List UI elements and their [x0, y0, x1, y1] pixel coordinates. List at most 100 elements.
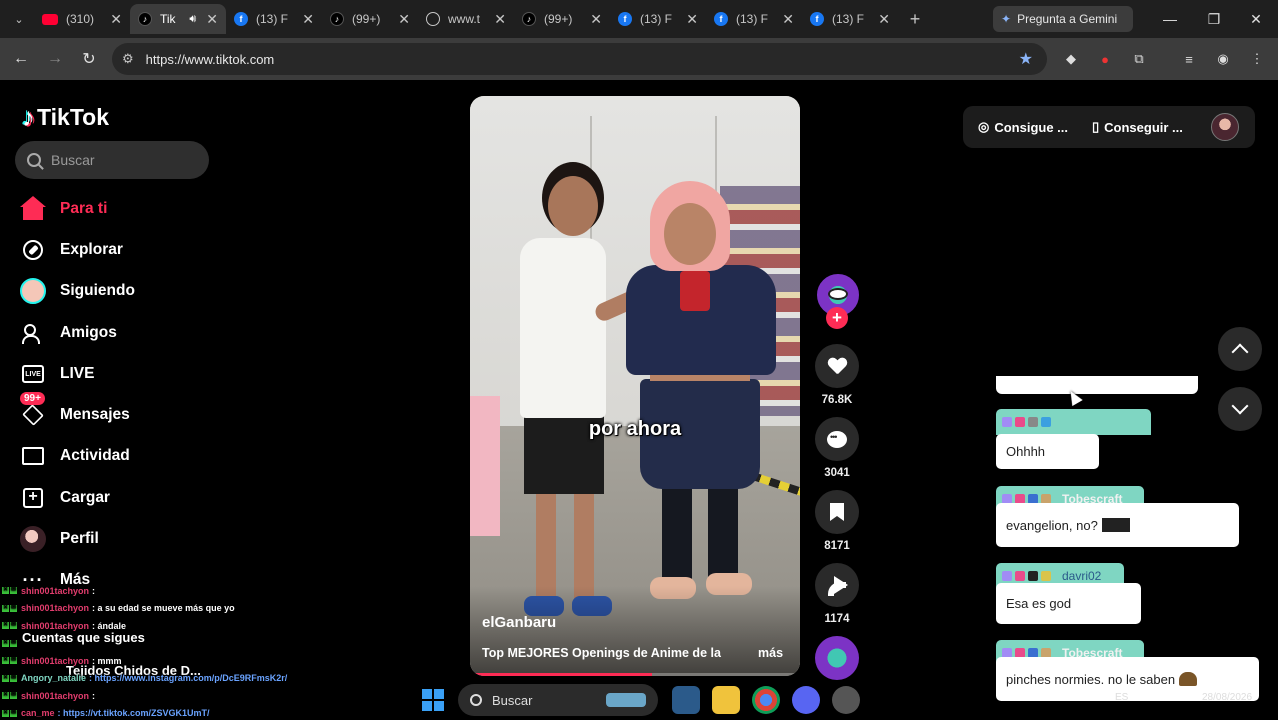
- profile-icon[interactable]: ◉: [1210, 46, 1236, 72]
- language-indicator[interactable]: ES: [1115, 692, 1128, 703]
- share-button[interactable]: [815, 563, 859, 607]
- tiktok-logo[interactable]: ♪ TikTok: [22, 102, 109, 133]
- previous-video-button[interactable]: [1218, 327, 1262, 371]
- nav-mensajes[interactable]: 99+ Mensajes: [20, 392, 130, 432]
- obs-icon[interactable]: [832, 686, 860, 714]
- nav-amigos[interactable]: Amigos: [20, 316, 117, 350]
- more-link[interactable]: más: [758, 646, 783, 660]
- bookmark-icon: [830, 503, 844, 521]
- windows-start-icon[interactable]: [422, 689, 444, 711]
- tab-facebook[interactable]: f (13) F ✕: [706, 4, 802, 34]
- close-tab-icon[interactable]: ✕: [110, 11, 122, 28]
- nav-label: Mensajes: [60, 406, 130, 423]
- chat-line: ✕ ✉ can_me: https://vt.tiktok.com/ZSVGK1Um…: [2, 708, 210, 719]
- media-queue-icon[interactable]: ≡: [1176, 46, 1202, 72]
- close-tab-icon[interactable]: ✕: [302, 11, 314, 28]
- get-app-button[interactable]: ▯ Conseguir ...: [1092, 119, 1183, 135]
- tab-facebook[interactable]: f (13) F ✕: [802, 4, 898, 34]
- audio-playing-icon[interactable]: 🔊︎: [189, 13, 196, 26]
- tab-youtube[interactable]: (310) ✕: [34, 4, 130, 34]
- get-coins-button[interactable]: ◎ Consigue ...: [978, 119, 1068, 135]
- get-app-label: Conseguir ...: [1104, 119, 1183, 135]
- site-info-icon[interactable]: ⚙︎: [122, 51, 134, 67]
- chat-line: ✕ ✉ shin001tachyon: a su edad se mueve más…: [2, 603, 235, 614]
- tiktok-icon: ♪: [330, 12, 344, 26]
- minimize-button[interactable]: —: [1148, 0, 1192, 38]
- upload-icon: +: [20, 485, 46, 511]
- stream-chat-overlay: ✕ ✉ shin001tachyon: ✕ ✉ shin001tachyon: a su…: [2, 582, 322, 720]
- like-count: 76.8K: [821, 394, 853, 406]
- search-input[interactable]: [51, 152, 201, 168]
- chrome-icon[interactable]: [752, 686, 780, 714]
- video-player[interactable]: por ahora elGanbaru Top MEJORES Openings…: [470, 96, 800, 676]
- tab-title: (13) F: [832, 12, 865, 26]
- restore-button[interactable]: ❐: [1192, 0, 1236, 38]
- follow-button[interactable]: +: [826, 307, 848, 329]
- close-tab-icon[interactable]: ✕: [206, 11, 218, 28]
- nav-label: Explorar: [60, 241, 123, 258]
- tab-facebook[interactable]: f (13) F ✕: [610, 4, 706, 34]
- reload-button[interactable]: ↻: [72, 42, 106, 76]
- gemini-button[interactable]: ✦ Pregunta a Gemini: [993, 6, 1133, 32]
- user-avatar[interactable]: [1211, 113, 1239, 141]
- taskbar-app-icon[interactable]: [672, 686, 700, 714]
- nav-label: Para ti: [60, 200, 108, 217]
- back-button[interactable]: ←: [4, 42, 38, 76]
- interviewer-figure: [496, 176, 692, 636]
- save-button[interactable]: [815, 490, 859, 534]
- search-box[interactable]: [15, 141, 209, 179]
- video-caption: por ahora: [588, 418, 682, 440]
- close-tab-icon[interactable]: ✕: [782, 11, 794, 28]
- tab-tiktok[interactable]: ♪ (99+) ✕: [322, 4, 418, 34]
- taskbar-search[interactable]: Buscar: [458, 684, 658, 716]
- file-explorer-icon[interactable]: [712, 686, 740, 714]
- record-extension-icon[interactable]: ●: [1092, 46, 1118, 72]
- close-window-button[interactable]: ✕: [1234, 0, 1278, 38]
- tab-website[interactable]: www.t ✕: [418, 4, 514, 34]
- nav-cargar[interactable]: + Cargar: [20, 481, 110, 515]
- bookmark-star-icon[interactable]: ★: [1019, 49, 1033, 69]
- tab-search-button[interactable]: ⌄: [4, 4, 34, 34]
- tab-title: (13) F: [256, 12, 289, 26]
- close-tab-icon[interactable]: ✕: [590, 11, 602, 28]
- nav-explorar[interactable]: Explorar: [20, 233, 123, 267]
- menu-dots-icon[interactable]: ⋮: [1244, 46, 1270, 72]
- friends-icon: [20, 320, 46, 346]
- facebook-icon: f: [714, 12, 728, 26]
- compass-icon: [20, 237, 46, 263]
- close-tab-icon[interactable]: ✕: [494, 11, 506, 28]
- video-author[interactable]: elGanbaru: [482, 614, 556, 631]
- new-tab-button[interactable]: +: [900, 9, 930, 30]
- comment-button[interactable]: [815, 417, 859, 461]
- discord-icon[interactable]: [792, 686, 820, 714]
- close-tab-icon[interactable]: ✕: [878, 11, 890, 28]
- nav-live[interactable]: LIVE LIVE: [20, 357, 94, 391]
- tab-tiktok[interactable]: ♪ (99+) ✕: [514, 4, 610, 34]
- close-tab-icon[interactable]: ✕: [398, 11, 410, 28]
- search-highlight-icon: [606, 693, 646, 707]
- address-bar[interactable]: ⚙︎ https://www.tiktok.com ★: [112, 43, 1047, 75]
- nav-label: Actividad: [60, 447, 130, 464]
- forward-button[interactable]: →: [38, 42, 72, 76]
- next-video-button[interactable]: [1218, 387, 1262, 431]
- like-button[interactable]: [815, 344, 859, 388]
- nav-perfil[interactable]: Perfil: [20, 522, 99, 556]
- tab-tiktok-active[interactable]: ♪ Tik 🔊︎ ✕: [130, 4, 226, 34]
- extension-icon[interactable]: ◆: [1058, 46, 1084, 72]
- video-description: Top MEJORES Openings de Anime de la: [482, 646, 721, 660]
- chat-line: ✕ ✉ shin001tachyon:: [2, 690, 96, 701]
- avatar-eye-icon: [828, 288, 848, 300]
- profile-avatar-icon: [20, 526, 46, 552]
- nav-siguiendo[interactable]: Siguiendo: [20, 274, 135, 308]
- video-progress-bar[interactable]: [470, 673, 800, 676]
- close-tab-icon[interactable]: ✕: [686, 11, 698, 28]
- chat-line: ✕ ✉ Angory_natalie: https://www.instagram.…: [2, 673, 288, 684]
- nav-para-ti[interactable]: Para ti: [20, 192, 107, 226]
- nav-actividad[interactable]: Actividad: [20, 439, 130, 473]
- puzzle-extensions-icon[interactable]: ⧉: [1126, 46, 1152, 72]
- chat-line: ✕ ✉ shin001tachyon: ándale: [2, 620, 127, 631]
- tab-facebook[interactable]: f (13) F ✕: [226, 4, 322, 34]
- music-disc[interactable]: [815, 636, 859, 680]
- chat-line: ✕ ✉: [2, 639, 17, 647]
- taskbar-date[interactable]: 28/08/2026: [1202, 692, 1252, 703]
